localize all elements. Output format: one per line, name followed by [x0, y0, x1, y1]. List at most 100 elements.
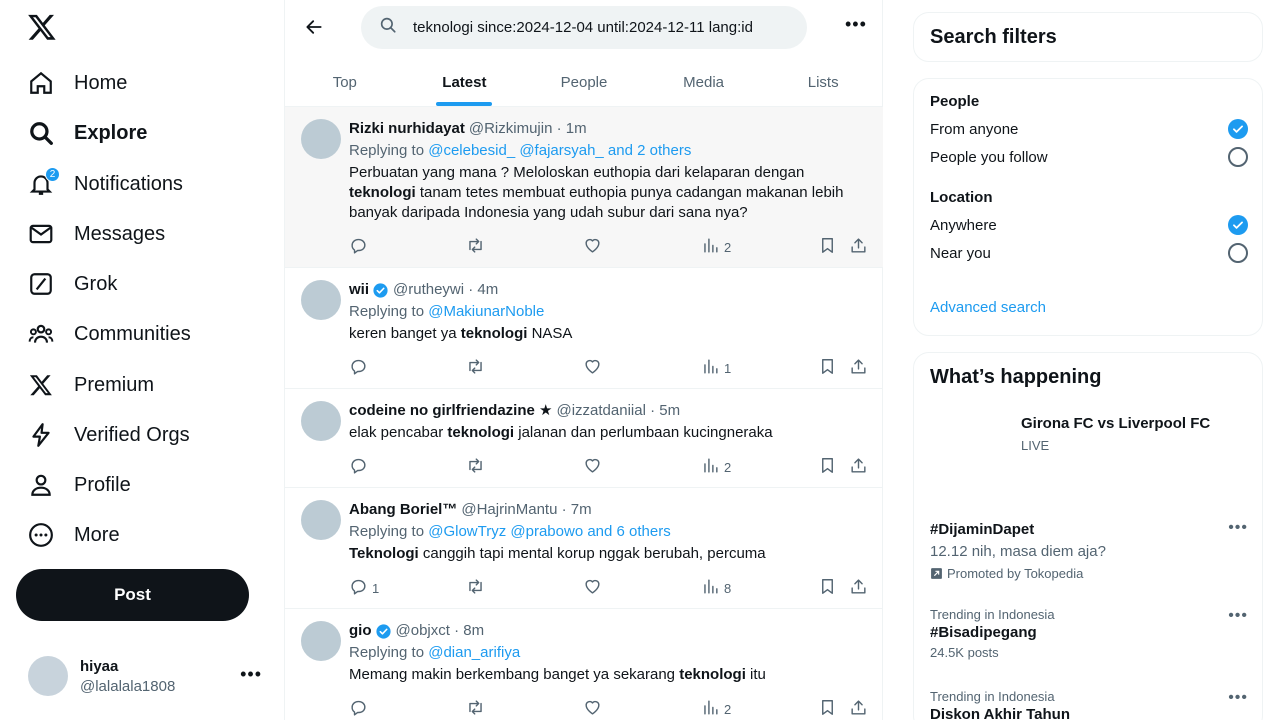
reply-mentions[interactable]: @dian_arifiya	[428, 644, 520, 661]
tweet-author-handle[interactable]: @objxct · 8m	[396, 621, 485, 641]
account-switcher[interactable]: hiyaa @lalalala1808 •••	[28, 650, 268, 702]
post-button[interactable]: Post	[16, 569, 249, 621]
retweet-button[interactable]	[466, 577, 485, 599]
share-button[interactable]	[849, 236, 868, 258]
advanced-search-link[interactable]: Advanced search	[930, 299, 1046, 316]
more-horizontal-icon[interactable]: •••	[240, 664, 262, 685]
radio-checked-icon[interactable]	[1228, 119, 1248, 139]
filter-anywhere[interactable]: Anywhere	[930, 215, 1248, 235]
views-button[interactable]: 1	[701, 357, 731, 379]
trend-item[interactable]: Trending in Indonesia Diskon Akhir Tahun…	[930, 689, 1248, 720]
tab-people[interactable]: People	[524, 58, 644, 106]
tweet[interactable]: codeine no girlfriendazine ★ @izzatdanii…	[285, 389, 883, 488]
tweet-author-name[interactable]: wii	[349, 280, 369, 300]
search-keyword: teknologi	[349, 184, 416, 201]
tab-latest[interactable]: Latest	[405, 58, 525, 106]
nav-grok[interactable]: Grok	[28, 264, 117, 304]
filter-near-you[interactable]: Near you	[930, 243, 1248, 263]
nav-notifications[interactable]: 2 Notifications	[28, 164, 183, 204]
nav-home[interactable]: Home	[28, 63, 127, 103]
views-button[interactable]: 8	[701, 577, 731, 599]
like-button[interactable]	[583, 456, 602, 478]
views-count: 1	[724, 360, 732, 376]
tab-lists[interactable]: Lists	[763, 58, 883, 106]
envelope-icon	[28, 221, 54, 247]
nav-profile[interactable]: Profile	[28, 465, 131, 505]
more-horizontal-icon[interactable]: •••	[1228, 689, 1248, 707]
share-button[interactable]	[849, 698, 868, 720]
tweet-author-handle[interactable]: @Rizkimujin · 1m	[469, 119, 587, 139]
filter-people-you-follow[interactable]: People you follow	[930, 147, 1248, 167]
tweet[interactable]: gio @objxct · 8m Replying to @dian_arifi…	[285, 609, 883, 720]
tab-top[interactable]: Top	[285, 58, 405, 106]
like-button[interactable]	[583, 698, 602, 720]
share-button[interactable]	[849, 456, 868, 478]
like-button[interactable]	[583, 577, 602, 599]
filter-from-anyone[interactable]: From anyone	[930, 119, 1248, 139]
radio-unchecked-icon[interactable]	[1228, 243, 1248, 263]
tweet-author-handle[interactable]: @rutheywi · 4m	[393, 280, 498, 300]
bookmark-button[interactable]	[818, 456, 837, 478]
avatar[interactable]	[301, 280, 341, 320]
avatar[interactable]	[301, 401, 341, 441]
avatar[interactable]	[301, 621, 341, 661]
like-button[interactable]	[583, 357, 602, 379]
tweet-author-name[interactable]: gio	[349, 621, 372, 641]
bookmark-button[interactable]	[818, 236, 837, 258]
promoted-trend[interactable]: #DijaminDapet 12.12 nih, masa diem aja? …	[930, 519, 1248, 583]
nav-communities[interactable]: Communities	[28, 314, 191, 354]
reply-mentions[interactable]: @celebesid_ @fajarsyah_ and 2 others	[428, 142, 691, 159]
heart-icon	[583, 698, 602, 720]
more-horizontal-icon[interactable]: •••	[1228, 607, 1248, 625]
tab-media[interactable]: Media	[644, 58, 764, 106]
avatar[interactable]	[301, 500, 341, 540]
tweet-author-handle[interactable]: @HajrinMantu · 7m	[461, 500, 591, 520]
tweet-author-handle[interactable]: @izzatdaniial · 5m	[556, 401, 680, 421]
x-logo-icon[interactable]	[27, 12, 57, 42]
live-event[interactable]: Girona FC vs Liverpool FC LIVE	[930, 415, 1248, 505]
retweet-button[interactable]	[466, 236, 485, 258]
radio-unchecked-icon[interactable]	[1228, 147, 1248, 167]
views-button[interactable]: 2	[701, 236, 731, 258]
retweet-button[interactable]	[466, 357, 485, 379]
nav-messages[interactable]: Messages	[28, 214, 165, 254]
nav-verified-orgs[interactable]: Verified Orgs	[28, 415, 190, 455]
radio-checked-icon[interactable]	[1228, 215, 1248, 235]
reply-button[interactable]	[349, 456, 372, 478]
tweet[interactable]: Rizki nurhidayat @Rizkimujin · 1m Replyi…	[285, 107, 883, 268]
reply-button[interactable]	[349, 357, 372, 379]
reply-mentions[interactable]: @GlowTryz @prabowo and 6 others	[428, 523, 671, 540]
reply-button[interactable]	[349, 698, 372, 720]
search-input[interactable]	[413, 19, 793, 36]
nav-more[interactable]: More	[28, 515, 120, 555]
more-horizontal-icon[interactable]: •••	[845, 14, 867, 35]
share-button[interactable]	[849, 357, 868, 379]
retweet-button[interactable]	[466, 456, 485, 478]
reply-button[interactable]: 1	[349, 577, 379, 599]
tweet-author-name[interactable]: Abang Boriel™	[349, 500, 457, 520]
trend-item[interactable]: Trending in Indonesia #Bisadipegang 24.5…	[930, 607, 1248, 671]
retweet-button[interactable]	[466, 698, 485, 720]
avatar[interactable]	[301, 119, 341, 159]
tweet-author-name[interactable]: codeine no girlfriendazine ★	[349, 401, 552, 421]
trend-context: Trending in Indonesia	[930, 607, 1055, 622]
share-button[interactable]	[849, 577, 868, 599]
reply-mentions[interactable]: @MakiunarNoble	[428, 303, 544, 320]
back-arrow-icon[interactable]	[301, 14, 327, 40]
views-button[interactable]: 2	[701, 456, 731, 478]
nav-premium[interactable]: Premium	[28, 365, 154, 405]
bookmark-button[interactable]	[818, 577, 837, 599]
nav-explore[interactable]: Explore	[28, 113, 147, 153]
views-button[interactable]: 2	[701, 698, 731, 720]
bookmark-button[interactable]	[818, 357, 837, 379]
bookmark-button[interactable]	[818, 698, 837, 720]
views-icon	[701, 357, 720, 379]
reply-button[interactable]	[349, 236, 372, 258]
tweet[interactable]: Abang Boriel™ @HajrinMantu · 7m Replying…	[285, 488, 883, 609]
tweet[interactable]: wii @rutheywi · 4m Replying to @Makiunar…	[285, 268, 883, 389]
filter-location-heading: Location	[930, 189, 993, 206]
search-bar[interactable]	[361, 6, 807, 49]
like-button[interactable]	[583, 236, 602, 258]
tweet-author-name[interactable]: Rizki nurhidayat	[349, 119, 465, 139]
more-horizontal-icon[interactable]: •••	[1228, 519, 1248, 537]
